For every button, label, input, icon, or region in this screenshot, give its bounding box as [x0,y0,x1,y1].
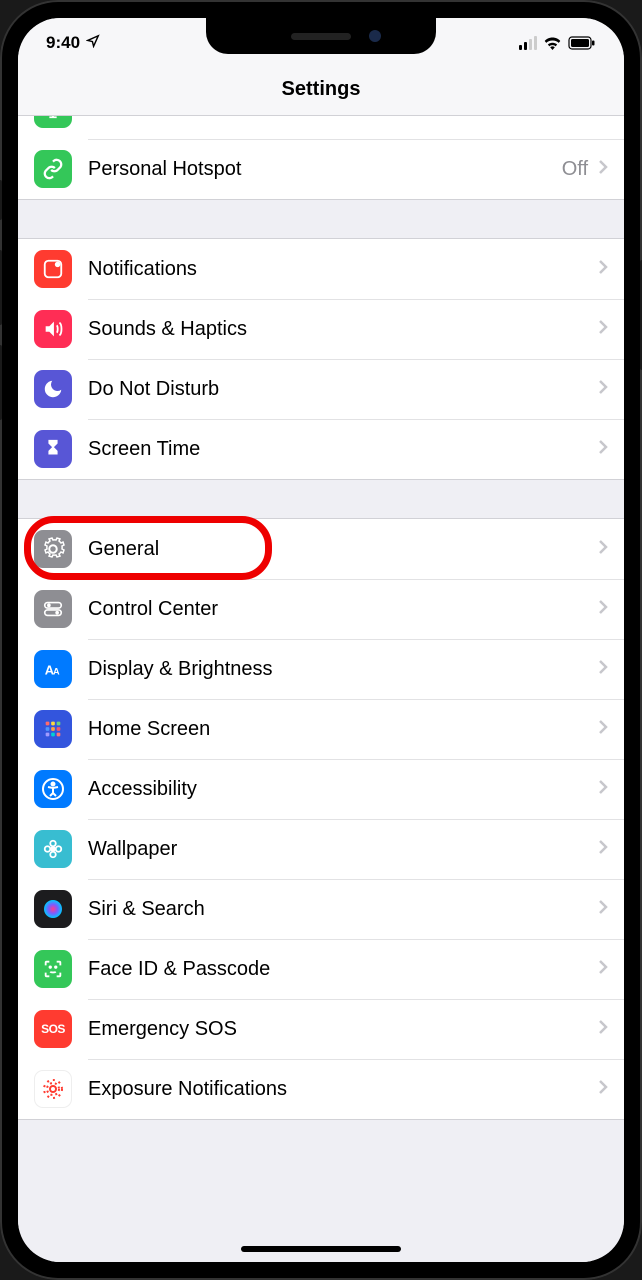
section-alerts: Notifications Sounds & Haptics [18,238,624,480]
siri-icon [34,890,72,928]
hourglass-icon [34,430,72,468]
chevron-right-icon [598,159,608,180]
settings-list[interactable]: Cellular Personal Hotspot Off [18,116,624,1262]
volume-down-button [0,345,2,420]
screen: 9:40 Settings [18,18,624,1262]
row-general[interactable]: General [18,519,624,579]
battery-icon [568,36,596,50]
chevron-right-icon [598,319,608,340]
row-notifications[interactable]: Notifications [18,239,624,299]
notifications-icon [34,250,72,288]
chevron-right-icon [598,899,608,920]
chevron-right-icon [598,779,608,800]
row-label: Exposure Notifications [88,1078,598,1101]
volume-up-button [0,250,2,325]
row-sounds-haptics[interactable]: Sounds & Haptics [18,299,624,359]
chevron-right-icon [598,839,608,860]
chevron-right-icon [598,1019,608,1040]
row-personal-hotspot[interactable]: Personal Hotspot Off [18,139,624,199]
status-time: 9:40 [46,33,80,53]
row-siri-search[interactable]: Siri & Search [18,879,624,939]
row-label: Siri & Search [88,898,598,921]
section-device: General Control Center AA [18,518,624,1120]
row-label: Home Screen [88,718,598,741]
row-label: Personal Hotspot [88,158,562,181]
row-face-id[interactable]: Face ID & Passcode [18,939,624,999]
mute-switch [0,180,2,220]
chevron-right-icon [598,659,608,680]
row-label: General [88,538,598,561]
page-title: Settings [18,78,624,101]
face-icon [34,950,72,988]
chevron-right-icon [598,539,608,560]
row-control-center[interactable]: Control Center [18,579,624,639]
link-icon [34,150,72,188]
chevron-right-icon [598,959,608,980]
front-camera [369,30,381,42]
chevron-right-icon [598,439,608,460]
chevron-right-icon [598,1079,608,1100]
row-label: Wallpaper [88,838,598,861]
grid-icon [34,710,72,748]
row-label: Cellular [88,116,598,121]
row-label: Accessibility [88,778,598,801]
toggles-icon [34,590,72,628]
home-indicator[interactable] [241,1246,401,1252]
moon-icon [34,370,72,408]
row-display-brightness[interactable]: AA Display & Brightness [18,639,624,699]
row-label: Screen Time [88,438,598,461]
row-wallpaper[interactable]: Wallpaper [18,819,624,879]
sos-icon: SOS [34,1010,72,1048]
page-header: Settings [18,68,624,116]
speaker-icon [34,310,72,348]
chevron-right-icon [598,259,608,280]
device-frame: 9:40 Settings [0,0,642,1280]
chevron-right-icon [598,116,608,120]
exposure-icon [34,1070,72,1108]
speaker-grille [291,33,351,40]
row-emergency-sos[interactable]: SOS Emergency SOS [18,999,624,1059]
wifi-icon [543,36,562,50]
accessibility-icon [34,770,72,808]
text-size-icon: AA [34,650,72,688]
row-label: Do Not Disturb [88,378,598,401]
row-home-screen[interactable]: Home Screen [18,699,624,759]
row-cellular[interactable]: Cellular [18,116,624,139]
row-label: Notifications [88,258,598,281]
flower-icon [34,830,72,868]
status-left: 9:40 [46,33,100,53]
chevron-right-icon [598,379,608,400]
chevron-right-icon [598,599,608,620]
row-value: Off [562,158,588,181]
row-do-not-disturb[interactable]: Do Not Disturb [18,359,624,419]
row-label: Face ID & Passcode [88,958,598,981]
row-screen-time[interactable]: Screen Time [18,419,624,479]
chevron-right-icon [598,719,608,740]
cellular-signal-icon [519,36,537,50]
row-label: Control Center [88,598,598,621]
section-network: Cellular Personal Hotspot Off [18,116,624,200]
gear-icon [34,530,72,568]
svg-text:A: A [53,667,60,677]
row-label: Emergency SOS [88,1018,598,1041]
row-exposure-notifications[interactable]: Exposure Notifications [18,1059,624,1119]
row-label: Display & Brightness [88,658,598,681]
row-label: Sounds & Haptics [88,318,598,341]
antenna-icon [34,116,72,128]
status-right [519,36,596,50]
location-arrow-icon [86,33,100,53]
notch [206,18,436,54]
row-accessibility[interactable]: Accessibility [18,759,624,819]
